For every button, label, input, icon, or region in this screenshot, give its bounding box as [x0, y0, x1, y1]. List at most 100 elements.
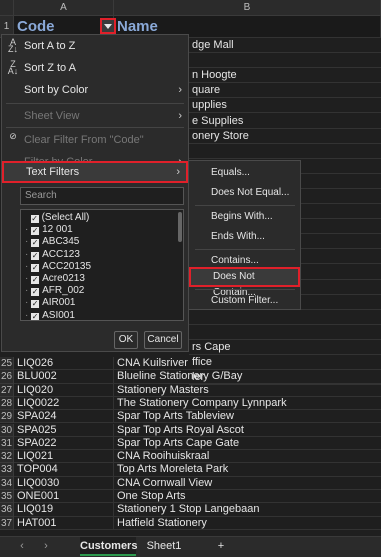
row-header[interactable]: 28: [0, 396, 14, 411]
code-cell[interactable]: SPA025: [14, 423, 114, 437]
code-cell[interactable]: LIQ021: [14, 450, 114, 464]
name-cell-fragment[interactable]: quare: [189, 83, 381, 99]
tab-scroll-left-icon[interactable]: ‹: [14, 537, 30, 556]
sort-descending-icon: Z A↓: [7, 59, 19, 76]
column-header-b[interactable]: B: [114, 0, 381, 15]
name-cell[interactable]: Hatfield Stationery: [114, 517, 381, 530]
tab-scroll-right-icon[interactable]: ›: [38, 537, 54, 556]
checkbox-checked-icon[interactable]: ✓: [31, 300, 40, 309]
menu-sort-a-to-z[interactable]: A Z↓ Sort A to Z: [2, 35, 188, 57]
checkbox-checked-icon[interactable]: ✓: [31, 251, 40, 260]
row-header[interactable]: 26: [0, 370, 14, 384]
submenu-ends-with[interactable]: Ends With...: [189, 227, 300, 247]
tab-sheet1[interactable]: Sheet1: [142, 537, 186, 556]
filter-value-item[interactable]: · ✓ ABC345: [25, 236, 79, 248]
row-header[interactable]: 29: [0, 410, 14, 424]
name-cell[interactable]: Stationery 1 Stop Langebaan: [114, 503, 381, 517]
row-header[interactable]: 32: [0, 450, 14, 464]
name-cell[interactable]: The Stationery Company Lynnpark: [114, 397, 381, 411]
filter-value-item[interactable]: · ✓ ACC123: [25, 249, 80, 261]
filter-value-label: ABC345: [42, 236, 80, 248]
ok-button[interactable]: OK: [114, 331, 138, 349]
menu-clear-filter: ⊘ Clear Filter From "Code": [2, 129, 188, 151]
filter-value-item[interactable]: · ✓ AFR_002: [25, 285, 84, 297]
add-sheet-button[interactable]: +: [212, 537, 230, 556]
menu-text-filters[interactable]: Text Filters ›: [2, 161, 188, 183]
filter-value-item[interactable]: · ✓ 12 001: [25, 224, 73, 236]
row-header[interactable]: 30: [0, 423, 14, 437]
name-cell[interactable]: Spar Top Arts Cape Gate: [114, 437, 381, 451]
row-header[interactable]: 36: [0, 503, 14, 517]
checkbox-checked-icon[interactable]: ✓: [31, 263, 40, 272]
text-filters-submenu: Equals... Does Not Equal... Begins With.…: [188, 160, 301, 310]
name-cell[interactable]: Top Arts Moreleta Park: [114, 463, 381, 477]
name-cell[interactable]: One Stop Arts: [114, 490, 381, 504]
code-cell[interactable]: BLU002: [14, 370, 114, 384]
row-header[interactable]: 35: [0, 490, 14, 504]
menu-sort-z-to-a[interactable]: Z A↓ Sort Z to A: [2, 57, 188, 79]
name-cell-fragment[interactable]: e Supplies: [189, 114, 381, 129]
name-cell[interactable]: Spar Top Arts Royal Ascot: [114, 424, 381, 437]
name-cell[interactable]: CNA Rooihuiskraal: [114, 450, 381, 464]
chevron-right-icon: ›: [176, 166, 180, 178]
name-cell-fragment[interactable]: n Hoogte: [189, 68, 381, 84]
filter-value-item[interactable]: · ✓ AIR001: [25, 297, 75, 309]
filter-value-item[interactable]: · ✓ ACC20135: [25, 261, 91, 273]
row-header[interactable]: 25: [0, 357, 14, 371]
submenu-does-not-equal[interactable]: Does Not Equal...: [189, 183, 300, 203]
name-cell[interactable]: CNA Kuilsriver: [114, 357, 381, 371]
name-cell[interactable]: Blueline Stationery G/Bay: [114, 370, 381, 384]
checkbox-checked-icon[interactable]: ✓: [30, 215, 39, 223]
name-cell[interactable]: Spar Top Arts Tableview: [114, 410, 381, 424]
code-cell[interactable]: HAT001: [14, 516, 114, 530]
filter-values-list[interactable]: ✓ (Select All) · ✓ 12 001 · ✓ ABC345 · ✓ ACC123…: [20, 209, 184, 321]
corner-select-all[interactable]: [0, 0, 14, 15]
code-cell[interactable]: LIQ0022: [14, 396, 114, 411]
filter-value-item[interactable]: · ✓ Acre0213: [25, 273, 85, 285]
filter-value-label: (Select All): [41, 212, 90, 223]
code-cell[interactable]: LIQ020: [14, 383, 114, 397]
submenu-does-not-contain[interactable]: Does Not Contain...: [189, 267, 300, 298]
submenu-equals[interactable]: Equals...: [189, 163, 300, 183]
name-cell-fragment[interactable]: onery Store: [189, 129, 381, 144]
cancel-button[interactable]: Cancel: [144, 331, 182, 349]
name-cell[interactable]: CNA Cornwall View: [114, 477, 381, 490]
code-cell[interactable]: LIQ019: [14, 503, 114, 517]
filter-value-item[interactable]: ✓ (Select All): [25, 212, 89, 224]
row-header[interactable]: 34: [0, 476, 14, 490]
submenu-begins-with[interactable]: Begins With...: [189, 207, 300, 227]
list-scrollbar[interactable]: [178, 212, 182, 242]
row-header[interactable]: 31: [0, 436, 14, 451]
code-cell[interactable]: TOP004: [14, 463, 114, 477]
checkbox-checked-icon[interactable]: ✓: [31, 239, 40, 248]
row-header[interactable]: 37: [0, 516, 14, 530]
code-cell[interactable]: SPA022: [14, 436, 114, 451]
filter-dropdown-button[interactable]: [100, 18, 116, 34]
code-cell[interactable]: ONE001: [14, 490, 114, 504]
grid-cell[interactable]: [189, 325, 381, 340]
checkbox-checked-icon[interactable]: ✓: [31, 276, 40, 284]
grid-cell[interactable]: [189, 53, 381, 69]
tab-customers[interactable]: Customers: [80, 537, 137, 556]
code-cell[interactable]: SPA024: [14, 410, 114, 424]
filter-value-item[interactable]: · ✓ ASI001: [25, 310, 75, 320]
sheet-tab-bar: ‹ › Customers Sheet1 +: [0, 536, 381, 557]
column-header-a[interactable]: A: [14, 0, 114, 15]
filter-search-input[interactable]: Search: [20, 187, 184, 205]
name-cell-fragment[interactable]: rs Cape: [189, 340, 381, 355]
code-cell[interactable]: LIQ026: [14, 357, 114, 371]
name-cell-fragment[interactable]: upplies: [189, 98, 381, 114]
row-header[interactable]: 27: [0, 383, 14, 397]
checkbox-checked-icon[interactable]: ✓: [31, 312, 40, 320]
filter-value-label: Acre0213: [42, 273, 85, 284]
code-cell[interactable]: LIQ0030: [14, 476, 114, 490]
menu-sort-by-color[interactable]: Sort by Color ›: [2, 79, 188, 101]
checkbox-checked-icon[interactable]: ✓: [31, 227, 40, 236]
submenu-custom-filter[interactable]: Custom Filter...: [189, 291, 300, 311]
name-cell[interactable]: Stationery Masters: [114, 384, 381, 397]
grid-cell[interactable]: [189, 144, 381, 159]
row-header[interactable]: 33: [0, 463, 14, 477]
grid-cell[interactable]: [189, 310, 381, 325]
name-cell-fragment[interactable]: dge Mall: [189, 38, 381, 53]
checkbox-checked-icon[interactable]: ✓: [31, 288, 40, 297]
